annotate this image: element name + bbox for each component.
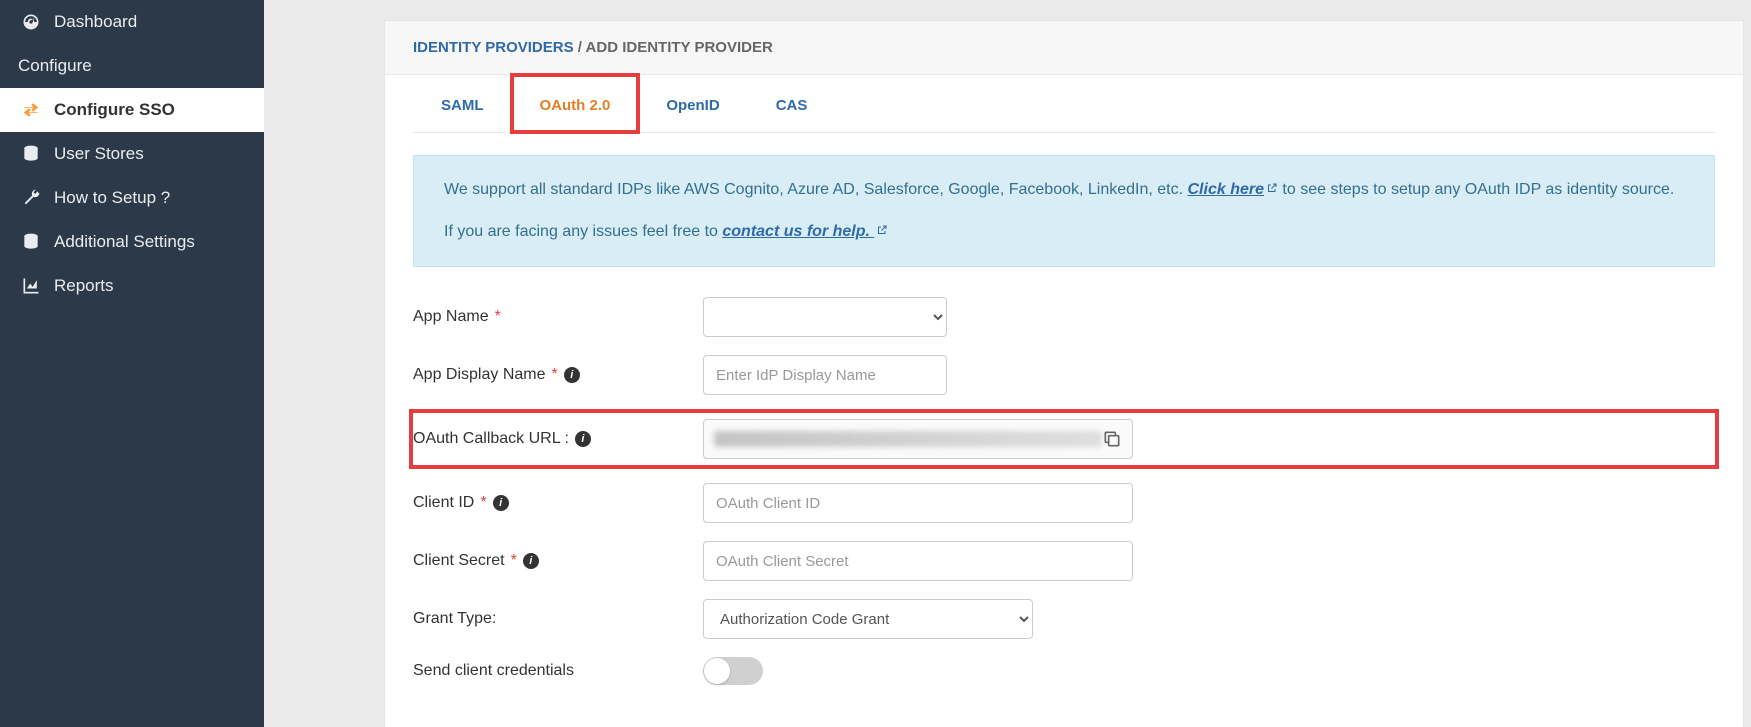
info-text: If you are facing any issues feel free t… <box>444 223 722 240</box>
label-grant-type: Grant Type: <box>413 610 703 628</box>
select-grant-type[interactable]: Authorization Code Grant <box>703 599 1033 639</box>
sidebar-item-user-stores[interactable]: User Stores <box>0 132 264 176</box>
tab-openid[interactable]: OpenID <box>638 75 747 132</box>
tab-saml[interactable]: SAML <box>413 75 512 132</box>
info-icon[interactable]: i <box>523 553 539 569</box>
label-oauth-callback: OAuth Callback URL : i <box>413 430 703 448</box>
database-icon <box>18 232 44 252</box>
required-asterisk: * <box>552 366 558 384</box>
copy-icon[interactable] <box>1102 429 1122 449</box>
label-app-display-name: App Display Name* i <box>413 366 703 384</box>
sidebar: Dashboard Configure Configure SSO User S… <box>0 0 264 727</box>
panel: IDENTITY PROVIDERS / ADD IDENTITY PROVID… <box>384 20 1744 727</box>
input-client-secret[interactable] <box>703 541 1133 581</box>
breadcrumb-sep: / <box>574 39 586 56</box>
label-client-secret: Client Secret* i <box>413 552 703 570</box>
input-app-display-name[interactable] <box>703 355 947 395</box>
info-text: We support all standard IDPs like AWS Co… <box>444 181 1188 198</box>
database-icon <box>18 144 44 164</box>
row-grant-type: Grant Type: Authorization Code Grant <box>413 599 1715 639</box>
sidebar-item-configure-sso[interactable]: Configure SSO <box>0 88 264 132</box>
required-asterisk: * <box>511 552 517 570</box>
click-here-link[interactable]: Click here <box>1188 181 1278 198</box>
oauth-callback-field <box>703 419 1133 459</box>
row-oauth-callback: OAuth Callback URL : i <box>413 413 1715 465</box>
external-link-icon <box>1266 178 1278 190</box>
input-client-id[interactable] <box>703 483 1133 523</box>
info-icon[interactable]: i <box>493 495 509 511</box>
sidebar-item-reports[interactable]: Reports <box>0 264 264 308</box>
swap-icon <box>18 100 44 120</box>
sidebar-item-dashboard[interactable]: Dashboard <box>0 0 264 44</box>
sidebar-item-additional-settings[interactable]: Additional Settings <box>0 220 264 264</box>
sidebar-label: Configure <box>18 56 92 76</box>
sidebar-label: How to Setup ? <box>54 188 170 208</box>
sidebar-item-configure[interactable]: Configure <box>0 44 264 88</box>
sidebar-label: Additional Settings <box>54 232 195 252</box>
sidebar-label: Reports <box>54 276 114 296</box>
row-client-secret: Client Secret* i <box>413 541 1715 581</box>
sidebar-label: User Stores <box>54 144 144 164</box>
label-app-name: App Name* <box>413 308 703 326</box>
info-text: to see steps to setup any OAuth IDP as i… <box>1278 181 1674 198</box>
panel-body: SAML OAuth 2.0 OpenID CAS We support all… <box>385 74 1743 727</box>
row-app-display-name: App Display Name* i <box>413 355 1715 395</box>
sidebar-label: Configure SSO <box>54 100 175 120</box>
tab-oauth[interactable]: OAuth 2.0 <box>512 75 639 132</box>
external-link-icon <box>876 220 888 232</box>
chart-icon <box>18 276 44 296</box>
row-app-name: App Name* <box>413 297 1715 337</box>
main-content: IDENTITY PROVIDERS / ADD IDENTITY PROVID… <box>264 0 1751 727</box>
sidebar-label: Dashboard <box>54 12 137 32</box>
tab-cas[interactable]: CAS <box>748 75 836 132</box>
wrench-icon <box>18 188 44 208</box>
label-client-id: Client ID* i <box>413 494 703 512</box>
redacted-url <box>714 431 1102 447</box>
breadcrumb: IDENTITY PROVIDERS / ADD IDENTITY PROVID… <box>385 21 1743 74</box>
row-client-id: Client ID* i <box>413 483 1715 523</box>
dashboard-icon <box>18 12 44 32</box>
toggle-send-credentials[interactable] <box>703 657 763 685</box>
info-icon[interactable]: i <box>575 431 591 447</box>
select-app-name[interactable] <box>703 297 947 337</box>
row-send-credentials: Send client credentials <box>413 657 1715 685</box>
label-send-credentials: Send client credentials <box>413 662 703 680</box>
sidebar-item-how-to-setup[interactable]: How to Setup ? <box>0 176 264 220</box>
info-icon[interactable]: i <box>564 367 580 383</box>
tabs: SAML OAuth 2.0 OpenID CAS <box>413 75 1715 133</box>
required-asterisk: * <box>480 494 486 512</box>
info-box: We support all standard IDPs like AWS Co… <box>413 155 1715 267</box>
required-asterisk: * <box>495 308 501 326</box>
contact-us-link[interactable]: contact us for help. <box>722 223 888 240</box>
breadcrumb-parent-link[interactable]: IDENTITY PROVIDERS <box>413 39 574 56</box>
breadcrumb-current: ADD IDENTITY PROVIDER <box>586 39 773 56</box>
